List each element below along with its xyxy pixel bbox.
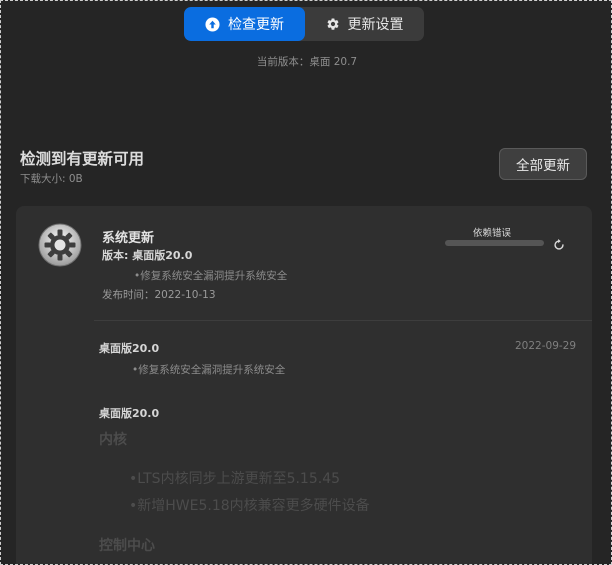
changelog-version: 桌面版20.0 (99, 407, 160, 420)
arrow-up-circle-icon (205, 16, 220, 32)
changelog-item: •新增HWE5.18内核兼容更多硬件设备 (129, 498, 370, 514)
tab-update-settings[interactable]: 更新设置 (305, 7, 424, 41)
current-version-text: 当前版本：桌面 20.7 (256, 56, 358, 68)
update-tabs: 检查更新 更新设置 (184, 7, 424, 41)
tab-update-settings-label: 更新设置 (347, 17, 404, 33)
update-item-note: •修复系统安全漏洞提升系统安全 (134, 270, 288, 282)
update-available-title: 检测到有更新可用 (20, 150, 145, 168)
changelog-section-heading: 控制中心 (99, 538, 155, 554)
card-divider (94, 320, 592, 321)
tab-check-update[interactable]: 检查更新 (184, 7, 305, 41)
changelog-item: •LTS内核同步上游更新至5.15.45 (129, 471, 341, 487)
dependency-error-label: 依赖错误 (473, 228, 512, 239)
update-item-title: 系统更新 (102, 231, 155, 246)
changelog-version: 桌面版20.0 (99, 342, 160, 355)
tab-check-update-label: 检查更新 (228, 17, 284, 33)
changelog-note: •修复系统安全漏洞提升系统安全 (132, 364, 286, 376)
update-all-button[interactable]: 全部更新 (499, 148, 587, 180)
update-item-version: 版本: 桌面版20.0 (102, 249, 193, 262)
update-item-release-date: 发布时间：2022-10-13 (102, 289, 216, 301)
retry-icon[interactable] (552, 237, 566, 251)
download-size-text: 下载大小: 0B (20, 173, 83, 185)
update-window: 检查更新 更新设置 当前版本：桌面 20.7 检测到有更新可用 下载大小: 0B… (0, 0, 612, 565)
changelog-section-heading: 内核 (99, 432, 127, 448)
update-item-card: 系统更新 版本: 桌面版20.0 •修复系统安全漏洞提升系统安全 发布时间：20… (16, 206, 592, 564)
gear-icon (326, 17, 340, 31)
system-update-gear-icon (38, 223, 82, 267)
changelog-date: 2022-09-29 (515, 340, 577, 352)
dependency-progress-bar (445, 240, 544, 246)
